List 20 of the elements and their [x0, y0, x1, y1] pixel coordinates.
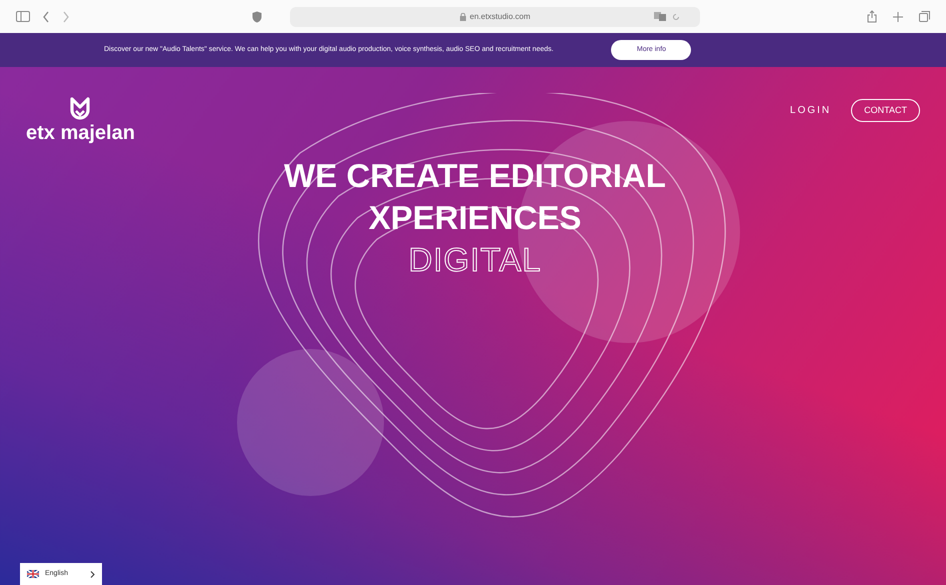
- share-icon[interactable]: [867, 10, 877, 23]
- shield-icon[interactable]: [252, 10, 262, 22]
- hero-outline-text: DIGITAL: [408, 240, 542, 280]
- chevron-icon: [90, 570, 95, 578]
- contact-button[interactable]: CONTACT: [851, 99, 920, 122]
- address-bar[interactable]: en.etxstudio.com: [290, 6, 700, 26]
- sidebar-icon[interactable]: [16, 11, 30, 22]
- forward-icon[interactable]: [62, 10, 70, 22]
- flag-icon: [27, 570, 39, 578]
- url-text: en.etxstudio.com: [470, 10, 530, 22]
- lock-icon: [460, 12, 466, 20]
- login-link[interactable]: LOGIN: [790, 103, 832, 118]
- logo-text: etx majelan: [26, 123, 135, 143]
- back-icon[interactable]: [42, 10, 50, 22]
- tabs-icon[interactable]: [919, 11, 930, 22]
- plus-icon[interactable]: [893, 12, 903, 22]
- reload-icon[interactable]: [672, 12, 680, 20]
- hero-heading: WE CREATE EDITORIAL: [284, 156, 666, 196]
- translate-icon[interactable]: [654, 12, 666, 21]
- logo-icon: [69, 97, 92, 121]
